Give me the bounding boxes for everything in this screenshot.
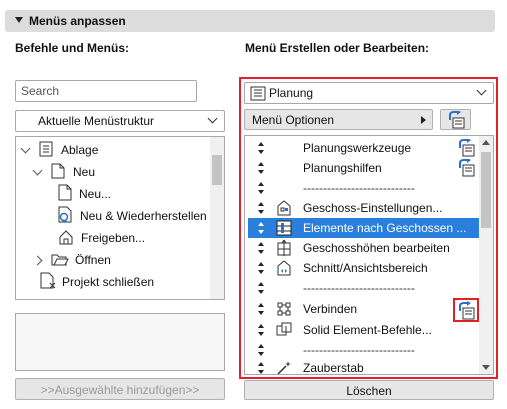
section-title: Menüs anpassen — [29, 14, 126, 28]
menu-list-scrollbar-thumb[interactable] — [481, 152, 491, 228]
delete-button[interactable]: Löschen — [244, 380, 494, 400]
menu-separator[interactable]: ---------------------------- — [248, 178, 480, 198]
connect-icon — [276, 301, 292, 317]
scroll-up-icon[interactable] — [482, 140, 490, 145]
tree-item-oeffnen[interactable]: Öffnen — [32, 249, 111, 271]
menu-item-geschosshoehen[interactable]: Geschosshöhen bearbeiten — [248, 238, 480, 258]
tree-scrollbar[interactable] — [210, 137, 224, 299]
menu-items-list[interactable]: Planungswerkzeuge Planungshilfen -------… — [244, 135, 494, 375]
solid-icon — [276, 322, 292, 338]
menu-list-scrollbar[interactable] — [479, 136, 493, 374]
document-icon — [58, 184, 72, 204]
commands-label: Befehle und Menüs: — [15, 41, 130, 55]
drag-handle-icon[interactable] — [257, 302, 265, 316]
menu-item-schnitt-ansichtsbereich[interactable]: Schnitt/Ansichtsbereich — [248, 258, 480, 278]
separator-label: ---------------------------- — [303, 281, 415, 295]
chevron-down-icon[interactable] — [476, 85, 487, 96]
drag-handle-icon[interactable] — [257, 241, 265, 255]
section-header[interactable]: Menüs anpassen — [5, 10, 495, 32]
structure-dropdown[interactable]: Aktuelle Menüstruktur — [15, 110, 225, 132]
menu-item-verbinden[interactable]: Verbinden — [248, 298, 480, 322]
separator-label: ---------------------------- — [303, 181, 415, 195]
search-input[interactable] — [15, 80, 197, 102]
menu-item-label: Geschoss-Einstellungen... — [303, 201, 443, 215]
menu-item-label: Planungswerkzeuge — [303, 141, 412, 155]
menu-item-planungswerkzeuge[interactable]: Planungswerkzeuge — [248, 138, 480, 158]
tree-item-neu[interactable]: Neu — [32, 161, 96, 183]
submenu-add-icon[interactable] — [458, 158, 476, 177]
command-tree[interactable]: Ablage Neu Neu... Neu & Wiederherstellen… — [15, 136, 225, 300]
section-icon — [276, 260, 292, 276]
stories-icon — [276, 220, 292, 236]
new-restore-icon — [58, 206, 73, 226]
collapsed-arrow-icon[interactable] — [32, 255, 43, 265]
menu-dropdown-value: Planung — [269, 86, 314, 100]
menu-item-label: Verbinden — [303, 302, 358, 316]
menu-separator[interactable]: ---------------------------- — [248, 340, 480, 360]
close-doc-icon — [40, 272, 56, 292]
tree-item-neu-dots[interactable]: Neu... — [58, 183, 111, 205]
menu-item-label: Zauberstab — [303, 361, 364, 375]
tree-item-projekt-schliessen[interactable]: Projekt schließen — [40, 271, 154, 293]
tree-item-freigeben[interactable]: Freigeben... — [58, 227, 145, 249]
house-icon — [58, 229, 74, 248]
tree-item-label: Ablage — [61, 143, 99, 157]
tree-item-label: Öffnen — [75, 253, 111, 267]
tree-item-label: Freigeben... — [81, 231, 146, 245]
tree-item-ablage[interactable]: Ablage — [20, 139, 98, 161]
tree-item-label: Neu — [73, 165, 96, 179]
drag-handle-icon[interactable] — [257, 161, 265, 175]
document-icon — [39, 141, 53, 160]
height-icon — [276, 239, 292, 256]
add-item-icon — [448, 110, 466, 132]
scroll-down-icon[interactable] — [482, 365, 490, 370]
expand-arrow-icon[interactable] — [20, 143, 31, 153]
building-icon — [276, 200, 292, 216]
chevron-down-icon[interactable] — [207, 113, 218, 124]
menu-item-elemente-nach-geschossen[interactable]: Elemente nach Geschossen ... — [248, 218, 480, 238]
drag-handle-icon[interactable] — [257, 361, 265, 374]
menu-item-label: Geschosshöhen bearbeiten — [303, 241, 450, 255]
menu-item-zauberstab[interactable]: Zauberstab — [248, 358, 480, 375]
highlighted-add-icon[interactable] — [453, 298, 479, 322]
add-selected-button[interactable]: >>Ausgewählte hinzufügen>> — [15, 378, 225, 400]
menu-item-label: Schnitt/Ansichtsbereich — [303, 261, 428, 275]
tree-item-label: Neu... — [79, 187, 112, 201]
magic-wand-icon — [276, 360, 292, 374]
drag-handle-icon[interactable] — [257, 261, 265, 275]
submenu-arrow-icon — [421, 116, 426, 124]
expand-arrow-icon[interactable] — [32, 165, 43, 175]
drag-handle-icon[interactable] — [257, 221, 265, 235]
description-panel — [15, 313, 225, 371]
structure-dropdown-value: Aktuelle Menüstruktur — [38, 114, 155, 128]
menu-item-label: Solid Element-Befehle... — [303, 323, 432, 337]
drag-handle-icon[interactable] — [257, 141, 265, 155]
tree-scrollbar-thumb[interactable] — [212, 155, 222, 185]
menu-list-icon — [250, 86, 266, 104]
tree-item-label: Neu & Wiederherstellen — [80, 209, 207, 223]
separator-label: ---------------------------- — [303, 343, 415, 357]
collapse-triangle-icon[interactable] — [15, 17, 23, 23]
drag-handle-icon[interactable] — [257, 181, 265, 195]
tree-item-label: Projekt schließen — [62, 275, 155, 289]
document-icon — [51, 163, 65, 182]
menu-item-planungshilfen[interactable]: Planungshilfen — [248, 158, 480, 178]
drag-handle-icon[interactable] — [257, 323, 265, 337]
menu-options-label: Menü Optionen — [252, 113, 335, 127]
menu-edit-label: Menü Erstellen oder Bearbeiten: — [245, 41, 430, 55]
submenu-add-icon[interactable] — [458, 138, 476, 157]
menu-item-solid-element[interactable]: Solid Element-Befehle... — [248, 320, 480, 340]
tree-item-new-restore[interactable]: Neu & Wiederherstellen — [58, 205, 207, 227]
drag-handle-icon[interactable] — [257, 281, 265, 295]
drag-handle-icon[interactable] — [257, 201, 265, 215]
drag-handle-icon[interactable] — [257, 343, 265, 357]
menu-separator[interactable]: ---------------------------- — [248, 278, 480, 298]
folder-open-icon — [51, 251, 69, 270]
add-menu-item-button[interactable] — [440, 109, 471, 130]
menu-dropdown[interactable]: Planung — [244, 82, 494, 104]
menu-item-geschoss-einstellungen[interactable]: Geschoss-Einstellungen... — [248, 198, 480, 218]
menu-item-label: Planungshilfen — [303, 161, 382, 175]
menu-options-button[interactable]: Menü Optionen — [244, 109, 433, 130]
menu-item-label: Elemente nach Geschossen ... — [303, 221, 467, 235]
